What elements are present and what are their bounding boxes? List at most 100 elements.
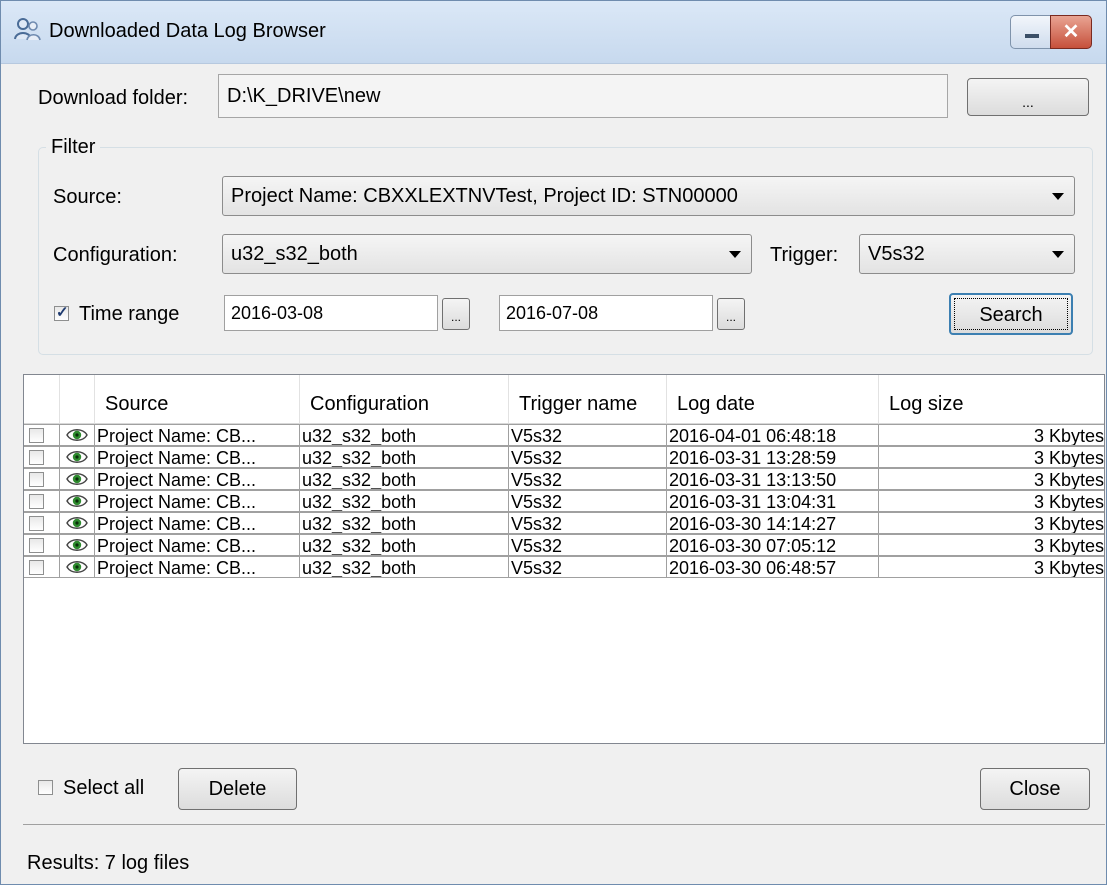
download-folder-field[interactable]: D:\K_DRIVE\new <box>218 74 948 118</box>
row-checkbox[interactable] <box>29 516 44 531</box>
eye-icon[interactable] <box>66 449 88 465</box>
eye-icon[interactable] <box>66 427 88 443</box>
row-checkbox[interactable] <box>29 560 44 575</box>
row-checkbox[interactable] <box>29 428 44 443</box>
cell-configuration: u32_s32_both <box>299 490 509 512</box>
download-folder-label: Download folder: <box>38 87 189 109</box>
column-header-source[interactable]: Source <box>95 375 300 424</box>
cell-view <box>59 556 95 578</box>
configuration-dropdown[interactable]: u32_s32_both <box>222 234 752 274</box>
table-row[interactable]: Project Name: CB... u32_s32_both V5s32 2016… <box>24 424 1104 447</box>
table-header: Source Configuration Trigger name Log da… <box>24 375 1104 424</box>
row-checkbox[interactable] <box>29 494 44 509</box>
header-check-column <box>24 375 60 424</box>
log-table: Source Configuration Trigger name Log da… <box>23 374 1105 744</box>
cell-trigger: V5s32 <box>508 446 667 468</box>
cell-checkbox <box>24 490 60 512</box>
cell-log-size: 3 Kbytes <box>878 534 1104 556</box>
cell-source: Project Name: CB... <box>94 534 300 556</box>
eye-icon[interactable] <box>66 537 88 553</box>
cell-view <box>59 446 95 468</box>
cell-trigger: V5s32 <box>508 490 667 512</box>
time-range-checkbox[interactable] <box>54 303 69 321</box>
cell-source: Project Name: CB... <box>94 468 300 490</box>
date-to-picker-button[interactable]: ... <box>717 298 745 330</box>
eye-icon[interactable] <box>66 515 88 531</box>
cell-configuration: u32_s32_both <box>299 556 509 578</box>
title-bar: Downloaded Data Log Browser ✕ <box>1 1 1106 64</box>
eye-icon[interactable] <box>66 493 88 509</box>
close-button[interactable]: Close <box>980 768 1090 810</box>
cell-source: Project Name: CB... <box>94 446 300 468</box>
time-range-label: Time range <box>79 303 180 325</box>
source-label: Source: <box>53 186 122 208</box>
cell-log-date: 2016-03-30 07:05:12 <box>666 534 879 556</box>
users-icon <box>14 18 41 41</box>
cell-view <box>59 468 95 490</box>
table-row[interactable]: Project Name: CB... u32_s32_both V5s32 2016… <box>24 490 1104 513</box>
cell-configuration: u32_s32_both <box>299 534 509 556</box>
column-header-configuration[interactable]: Configuration <box>300 375 509 424</box>
row-checkbox[interactable] <box>29 450 44 465</box>
row-checkbox[interactable] <box>29 472 44 487</box>
row-checkbox[interactable] <box>29 538 44 553</box>
table-row[interactable]: Project Name: CB... u32_s32_both V5s32 2016… <box>24 556 1104 579</box>
source-value: Project Name: CBXXLEXTNVTest, Project ID… <box>231 185 738 207</box>
header-icon-column <box>60 375 95 424</box>
cell-log-date: 2016-03-31 13:13:50 <box>666 468 879 490</box>
cell-log-size: 3 Kbytes <box>878 424 1104 446</box>
cell-log-date: 2016-03-31 13:28:59 <box>666 446 879 468</box>
table-row[interactable]: Project Name: CB... u32_s32_both V5s32 2016… <box>24 468 1104 491</box>
cell-view <box>59 512 95 534</box>
eye-icon[interactable] <box>66 471 88 487</box>
cell-trigger: V5s32 <box>508 534 667 556</box>
cell-log-date: 2016-04-01 06:48:18 <box>666 424 879 446</box>
cell-trigger: V5s32 <box>508 512 667 534</box>
column-header-log-date[interactable]: Log date <box>667 375 879 424</box>
configuration-label: Configuration: <box>53 244 178 266</box>
browse-folder-button[interactable]: ... <box>967 78 1089 116</box>
trigger-dropdown[interactable]: V5s32 <box>859 234 1075 274</box>
cell-log-date: 2016-03-30 06:48:57 <box>666 556 879 578</box>
cell-configuration: u32_s32_both <box>299 446 509 468</box>
filter-group-title: Filter <box>46 136 101 159</box>
search-button[interactable]: Search <box>949 293 1073 335</box>
date-to-input[interactable]: 2016-07-08 <box>499 295 713 331</box>
cell-view <box>59 490 95 512</box>
close-icon: ✕ <box>1062 21 1080 43</box>
cell-log-size: 3 Kbytes <box>878 446 1104 468</box>
cell-source: Project Name: CB... <box>94 490 300 512</box>
cell-checkbox <box>24 512 60 534</box>
table-row[interactable]: Project Name: CB... u32_s32_both V5s32 2016… <box>24 512 1104 535</box>
eye-icon[interactable] <box>66 559 88 575</box>
cell-source: Project Name: CB... <box>94 424 300 446</box>
column-header-trigger[interactable]: Trigger name <box>509 375 667 424</box>
chevron-down-icon <box>1052 251 1064 258</box>
cell-log-size: 3 Kbytes <box>878 512 1104 534</box>
column-header-log-size[interactable]: Log size <box>879 375 1104 424</box>
table-row[interactable]: Project Name: CB... u32_s32_both V5s32 2016… <box>24 446 1104 469</box>
cell-log-date: 2016-03-31 13:04:31 <box>666 490 879 512</box>
window-title: Downloaded Data Log Browser <box>49 20 326 42</box>
select-all-checkbox[interactable] <box>38 780 53 795</box>
status-bar: Results: 7 log files <box>23 824 1105 884</box>
cell-source: Project Name: CB... <box>94 556 300 578</box>
date-from-input[interactable]: 2016-03-08 <box>224 295 438 331</box>
source-dropdown[interactable]: Project Name: CBXXLEXTNVTest, Project ID… <box>222 176 1075 216</box>
cell-log-size: 3 Kbytes <box>878 556 1104 578</box>
log-browser-window: Downloaded Data Log Browser ✕ Download f… <box>0 0 1107 885</box>
table-row[interactable]: Project Name: CB... u32_s32_both V5s32 2016… <box>24 534 1104 557</box>
date-from-picker-button[interactable]: ... <box>442 298 470 330</box>
delete-button[interactable]: Delete <box>178 768 297 810</box>
cell-view <box>59 424 95 446</box>
cell-configuration: u32_s32_both <box>299 424 509 446</box>
configuration-value: u32_s32_both <box>231 243 358 265</box>
minimize-button[interactable] <box>1010 15 1052 49</box>
close-window-button[interactable]: ✕ <box>1050 15 1092 49</box>
cell-view <box>59 534 95 556</box>
cell-checkbox <box>24 534 60 556</box>
cell-log-size: 3 Kbytes <box>878 490 1104 512</box>
cell-checkbox <box>24 424 60 446</box>
cell-trigger: V5s32 <box>508 424 667 446</box>
window-controls: ✕ <box>1010 15 1092 49</box>
